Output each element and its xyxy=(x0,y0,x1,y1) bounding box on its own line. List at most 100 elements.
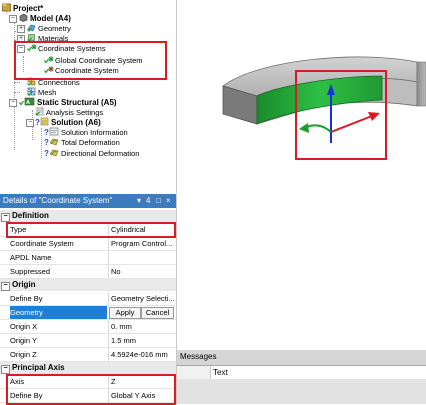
body-outer-face xyxy=(416,61,426,107)
highlight-box xyxy=(6,374,176,405)
row-geometry[interactable]: Geometry Apply Cancel xyxy=(0,306,176,320)
define-by-value[interactable]: Geometry Selecti... xyxy=(108,292,177,305)
tree-label: Analysis Settings xyxy=(46,108,104,117)
tree-item-analysis-settings[interactable]: Analysis Settings xyxy=(35,107,103,117)
collapse-icon[interactable]: − xyxy=(1,282,10,291)
deformation-result-icon: ? xyxy=(44,148,59,158)
mesh-icon xyxy=(27,87,36,96)
row-apdl-name[interactable]: APDL Name xyxy=(0,251,176,265)
highlight-box xyxy=(14,41,167,80)
messages-header-row: Text xyxy=(177,365,426,380)
collapse-icon[interactable]: − xyxy=(1,365,10,374)
tree-item-static-structural[interactable]: A Static Structural (A5) xyxy=(19,97,117,107)
tree-item-project[interactable]: Project* xyxy=(2,3,43,13)
origin-y-value[interactable]: 1.5 mm xyxy=(108,334,177,347)
model-viewport[interactable] xyxy=(177,0,426,350)
row-label: Suppressed xyxy=(10,267,51,276)
tree-label: Static Structural (A5) xyxy=(37,98,117,107)
details-panel: Details of "Coordinate System" ▾ 4 □ × −… xyxy=(0,194,177,405)
row-define-by[interactable]: Define By Geometry Selecti... xyxy=(0,292,176,306)
apdl-name-value[interactable] xyxy=(108,251,177,264)
tree-item-total-deformation[interactable]: ? Total Deformation xyxy=(44,137,120,147)
section-principal-axis[interactable]: − Principal Axis xyxy=(0,362,176,374)
section-label: Principal Axis xyxy=(12,363,65,372)
svg-text:A: A xyxy=(26,100,30,106)
svg-text:?: ? xyxy=(44,128,49,136)
tree-label: Solution (A6) xyxy=(51,118,101,127)
section-origin[interactable]: − Origin xyxy=(0,279,176,291)
details-title: Details of "Coordinate System" xyxy=(3,196,113,205)
row-label: Origin Z xyxy=(10,350,37,359)
tree-item-solution-information[interactable]: ? Solution Information xyxy=(44,127,128,137)
collapse-toggle[interactable]: − xyxy=(26,119,34,127)
close-icon[interactable]: × xyxy=(166,194,171,208)
cancel-button[interactable]: Cancel xyxy=(141,307,174,319)
coordinate-system-value[interactable]: Program Control... xyxy=(108,237,177,250)
row-suppressed[interactable]: Suppressed No xyxy=(0,265,176,279)
origin-z-value[interactable]: 4.5924e-016 mm xyxy=(108,348,177,361)
svg-text:?: ? xyxy=(44,149,49,157)
project-icon xyxy=(2,3,11,12)
maximize-icon[interactable]: □ xyxy=(156,194,161,208)
deformation-result-icon: ? xyxy=(44,137,59,147)
materials-icon xyxy=(27,33,36,42)
row-label: APDL Name xyxy=(10,253,52,262)
solution-information-icon: ? xyxy=(44,127,59,137)
row-label: Geometry xyxy=(10,306,107,319)
messages-list[interactable] xyxy=(177,379,426,404)
solution-icon: ? xyxy=(35,117,49,127)
tree-connector xyxy=(14,92,20,93)
analysis-settings-icon xyxy=(35,107,44,116)
tree-label: Project* xyxy=(13,4,44,13)
row-origin-z[interactable]: Origin Z 4.5924e-016 mm xyxy=(0,348,176,362)
origin-x-value[interactable]: 0. mm xyxy=(108,320,177,333)
tree-label: Model (A4) xyxy=(30,14,71,23)
tree-connector xyxy=(41,128,42,158)
static-structural-icon: A xyxy=(19,97,35,106)
messages-column-text[interactable]: Text xyxy=(213,366,228,379)
tree-item-model[interactable]: Model (A4) xyxy=(19,13,71,23)
apply-button[interactable]: Apply xyxy=(109,307,141,319)
section-definition[interactable]: − Definition xyxy=(0,210,176,222)
messages-panel: Messages Text xyxy=(177,350,426,404)
svg-text:?: ? xyxy=(44,138,49,146)
row-label: Origin Y xyxy=(10,336,37,345)
collapse-icon[interactable]: − xyxy=(1,213,10,222)
x-axis-arrow xyxy=(330,115,373,133)
collapse-toggle[interactable]: − xyxy=(9,15,17,23)
outline-tree: Project* − Model (A4) + Geometry + Mater… xyxy=(0,0,177,193)
row-origin-y[interactable]: Origin Y 1.5 mm xyxy=(0,334,176,348)
tree-connector xyxy=(14,82,20,83)
dropdown-icon[interactable]: ▾ xyxy=(137,194,141,208)
tree-label: Solution Information xyxy=(61,128,128,137)
messages-column-blank[interactable] xyxy=(177,366,211,379)
geometry-icon xyxy=(27,23,36,32)
svg-text:?: ? xyxy=(35,118,40,126)
highlight-box xyxy=(6,222,176,238)
graphics-view[interactable] xyxy=(177,0,426,350)
theta-arrowhead xyxy=(299,123,309,133)
tree-label: Mesh xyxy=(38,88,57,97)
collapse-toggle[interactable]: − xyxy=(9,99,17,107)
section-label: Origin xyxy=(12,280,36,289)
row-label: Coordinate System xyxy=(10,239,74,248)
details-title-bar: Details of "Coordinate System" ▾ 4 □ × xyxy=(0,194,176,208)
pin-icon[interactable]: 4 xyxy=(146,194,150,208)
suppressed-value[interactable]: No xyxy=(108,265,177,278)
tree-label: Geometry xyxy=(38,24,71,33)
row-coordinate-system[interactable]: Coordinate System Program Control... xyxy=(0,237,176,251)
tree-item-geometry[interactable]: Geometry xyxy=(27,23,71,33)
row-label: Origin X xyxy=(10,322,38,331)
model-icon xyxy=(19,13,28,22)
tree-label: Total Deformation xyxy=(61,138,120,147)
tree-label: Directional Deformation xyxy=(61,149,140,158)
tree-item-mesh[interactable]: Mesh xyxy=(27,87,56,97)
messages-title: Messages xyxy=(180,352,217,361)
row-origin-x[interactable]: Origin X 0. mm xyxy=(0,320,176,334)
expand-toggle[interactable]: + xyxy=(17,25,25,33)
section-label: Definition xyxy=(12,211,49,220)
tree-item-solution[interactable]: ? Solution (A6) xyxy=(35,117,101,127)
theta-arrow xyxy=(304,124,332,133)
tree-item-directional-deformation[interactable]: ? Directional Deformation xyxy=(44,148,139,158)
row-label: Define By xyxy=(10,294,43,303)
